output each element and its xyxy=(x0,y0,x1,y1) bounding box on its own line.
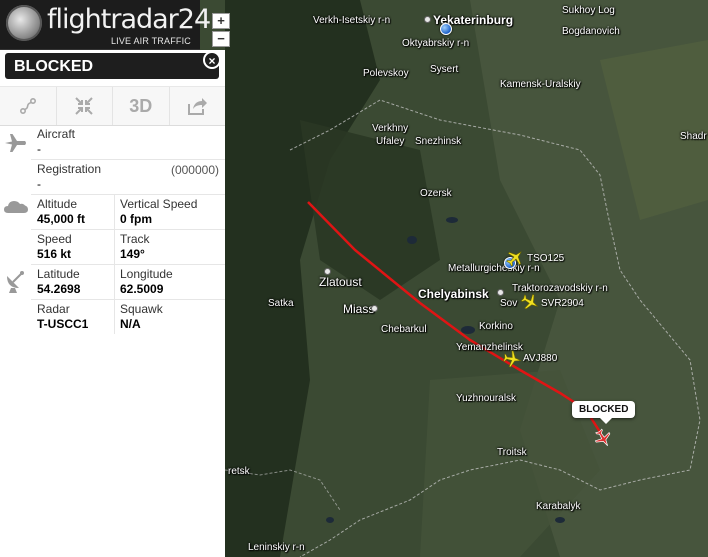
plane-icon[interactable] xyxy=(520,292,540,312)
squawk-value: N/A xyxy=(120,317,141,331)
panel-title: BLOCKED xyxy=(14,58,94,75)
share-icon xyxy=(188,98,208,115)
squawk-label: Squawk xyxy=(120,302,163,316)
radar-dish-icon xyxy=(7,271,24,293)
flight-info-panel: BLOCKED × 3D Aircraft - Registration - (… xyxy=(0,50,225,557)
route-button[interactable] xyxy=(0,87,57,125)
city-dot xyxy=(424,16,431,23)
place-label: Verkh-Isetskiy r-n xyxy=(313,15,391,26)
divider xyxy=(114,265,115,299)
place-label: Zlatoust xyxy=(319,275,362,289)
selected-plane-icon[interactable] xyxy=(593,428,613,448)
place-label: Polevskoy xyxy=(363,68,409,79)
cloud-icon xyxy=(4,201,28,213)
aircraft-value: - xyxy=(37,142,41,156)
place-label: Satka xyxy=(268,298,294,309)
place-label: Leninskiy r-n xyxy=(248,542,305,553)
place-label: Kamensk-Uralskiy xyxy=(500,79,581,90)
city-dot xyxy=(371,305,378,312)
close-button[interactable]: × xyxy=(203,51,221,69)
place-label: Oktyabrskiy r-n xyxy=(402,38,470,49)
selected-flight-tag[interactable]: BLOCKED xyxy=(572,401,636,424)
place-label: Sysert xyxy=(430,64,459,75)
place-label: Verkhny xyxy=(372,123,409,134)
radar-globe-icon xyxy=(6,5,42,41)
place-label: Bogdanovich xyxy=(562,26,620,37)
place-label: Korkino xyxy=(479,321,513,332)
place-label: Snezhinsk xyxy=(415,136,462,147)
divider xyxy=(114,195,115,229)
aircraft-row: Aircraft - xyxy=(31,125,225,160)
city-dot xyxy=(497,289,504,296)
panel-titlebar: BLOCKED xyxy=(5,53,219,79)
route-icon xyxy=(19,97,36,115)
collapse-button[interactable] xyxy=(57,87,113,125)
vertical-speed-label: Vertical Speed xyxy=(120,197,198,211)
place-label: Ufaley xyxy=(376,136,405,147)
latitude-label: Latitude xyxy=(37,267,80,281)
city-dot xyxy=(324,268,331,275)
airplane-icon xyxy=(5,134,26,152)
aircraft-label: Aircraft xyxy=(37,127,76,141)
registration-row: Registration - (000000) xyxy=(31,160,225,195)
place-label: Miass xyxy=(343,302,375,316)
divider xyxy=(114,300,115,334)
registration-value: - xyxy=(37,177,41,191)
flight-callsign[interactable]: TSO125 xyxy=(527,253,564,264)
place-label: Ozersk xyxy=(420,188,452,199)
place-label: Sov xyxy=(500,298,518,309)
speed-label: Speed xyxy=(37,232,72,246)
radar-value: T-USCC1 xyxy=(37,317,89,331)
place-label: Chebarkul xyxy=(381,324,427,335)
altitude-row: Altitude 45,000 ft Vertical Speed 0 fpm xyxy=(31,195,225,230)
flight-callsign[interactable]: SVR2904 xyxy=(541,298,584,309)
zoom-in-button[interactable]: + xyxy=(212,13,230,29)
place-label: Yuzhnouralsk xyxy=(456,393,517,404)
track-label: Track xyxy=(120,232,150,246)
place-label: Chelyabinsk xyxy=(418,287,489,301)
place-label: retsk xyxy=(228,466,250,477)
longitude-label: Longitude xyxy=(120,267,173,281)
speed-value: 516 kt xyxy=(37,247,72,261)
track-value: 149° xyxy=(120,247,145,261)
logo-tagline: LIVE AIR TRAFFIC xyxy=(110,36,191,46)
place-label: Shadr xyxy=(680,131,707,142)
place-label: Metallurgicheskiy r-n xyxy=(448,263,540,274)
speed-row: Speed 516 kt Track 149° xyxy=(31,230,225,265)
airport-marker[interactable] xyxy=(440,23,452,35)
logo-text: flightradar24 xyxy=(47,4,211,35)
vertical-speed-value: 0 fpm xyxy=(120,212,153,226)
longitude-value: 62.5009 xyxy=(120,282,164,296)
place-label: Troitsk xyxy=(497,447,527,458)
collapse-arrows-icon xyxy=(75,97,93,115)
flight-callsign[interactable]: AVJ880 xyxy=(523,353,557,364)
zoom-out-button[interactable]: − xyxy=(212,31,230,47)
altitude-value: 45,000 ft xyxy=(37,212,86,226)
place-label: Sukhoy Log xyxy=(562,5,615,16)
panel-toolbar: 3D xyxy=(0,86,225,126)
registration-label: Registration xyxy=(37,162,102,176)
app-logo[interactable]: flightradar24 LIVE AIR TRAFFIC xyxy=(0,0,211,50)
latitude-value: 54.2698 xyxy=(37,282,81,296)
radar-row: Radar T-USCC1 Squawk N/A xyxy=(31,300,225,334)
share-button[interactable] xyxy=(170,87,226,125)
mode-s-code: (000000) xyxy=(170,163,219,177)
position-row: Latitude 54.2698 Longitude 62.5009 xyxy=(31,265,225,300)
plane-icon[interactable] xyxy=(502,349,522,369)
divider xyxy=(114,230,115,264)
radar-label: Radar xyxy=(37,302,70,316)
plane-icon[interactable] xyxy=(505,248,525,268)
place-label: Karabalyk xyxy=(536,501,581,512)
3d-view-button[interactable]: 3D xyxy=(113,87,170,125)
altitude-label: Altitude xyxy=(37,197,78,211)
